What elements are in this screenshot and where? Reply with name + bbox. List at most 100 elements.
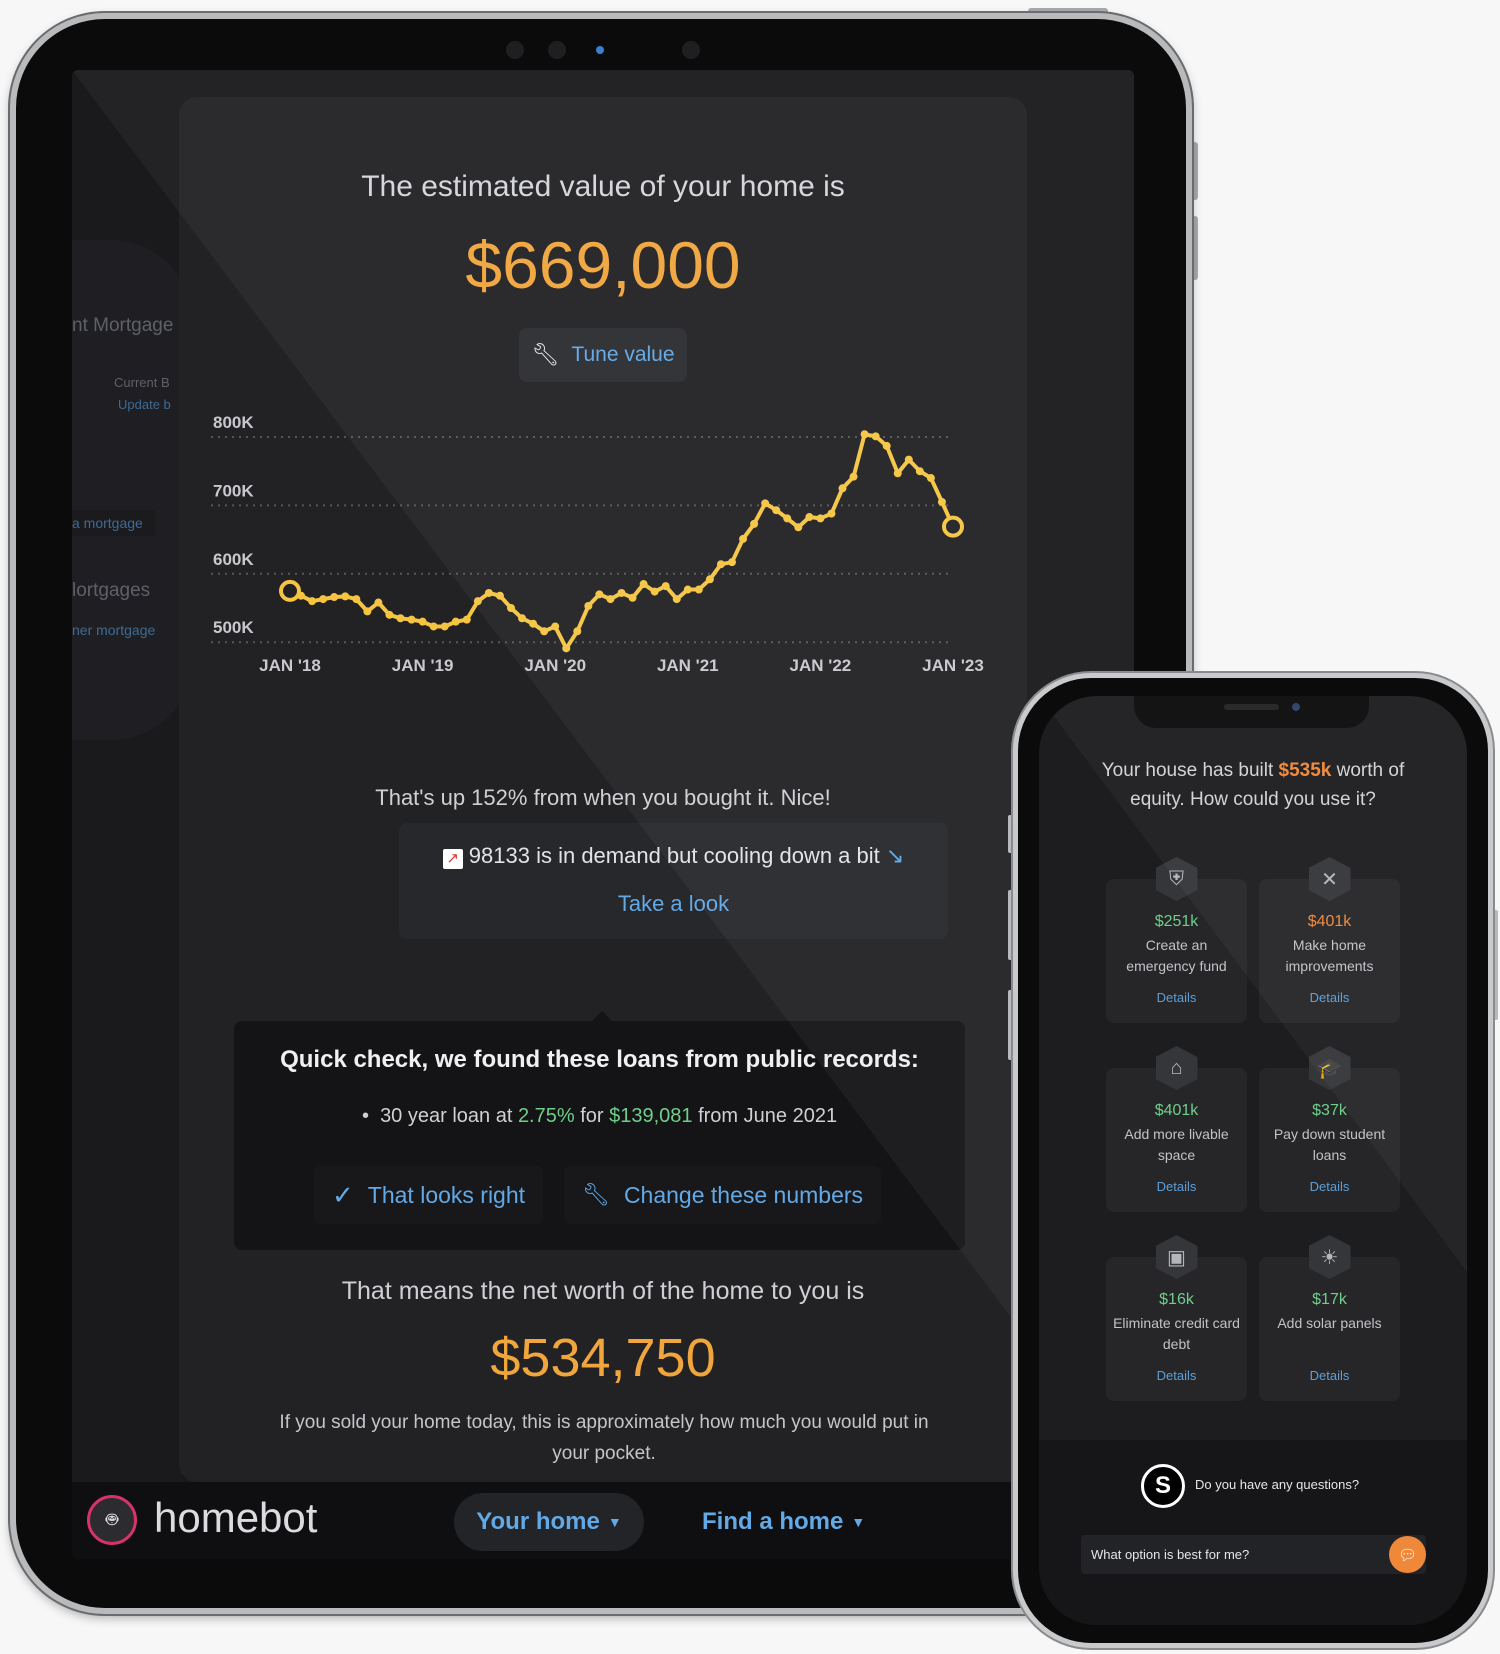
data-point	[816, 514, 825, 523]
option-details-link[interactable]: Details	[1106, 1368, 1247, 1383]
data-point	[650, 587, 659, 596]
home-value-card: The estimated value of your home is $669…	[179, 97, 1027, 1482]
data-point	[507, 604, 515, 612]
ghost-text: lortgages	[72, 580, 151, 601]
sensor-dot	[548, 41, 566, 59]
y-tick-label: 600K	[213, 550, 254, 569]
data-point	[319, 595, 328, 604]
data-point	[683, 585, 692, 594]
data-point	[540, 627, 549, 636]
start-point[interactable]	[279, 579, 301, 602]
homebot-logo-icon[interactable]: 🤖︎	[87, 1495, 137, 1545]
loan-prefix: 30 year loan at	[380, 1105, 518, 1127]
loan-amount: $139,081	[609, 1105, 693, 1127]
data-point	[484, 588, 493, 597]
ghost-text: Current B	[114, 375, 170, 390]
nav-find-home[interactable]: Find a home ▼	[702, 1493, 865, 1551]
phone-power-button	[1493, 910, 1498, 1020]
chat-input[interactable]: What option is best for me?	[1081, 1535, 1426, 1574]
data-point	[529, 619, 538, 628]
data-point	[882, 441, 891, 450]
ghost-link: ner mortgage	[72, 622, 156, 638]
data-point	[838, 484, 847, 493]
ghost-link: a mortgage	[72, 510, 155, 536]
option-label: Add solar panels	[1277, 1315, 1382, 1331]
sensor-dot	[506, 41, 524, 59]
net-worth-value: $534,750	[490, 1328, 716, 1388]
data-point	[562, 644, 571, 653]
loan-suffix: from June 2021	[692, 1105, 838, 1127]
option-details-link[interactable]: Details	[1106, 1179, 1247, 1194]
sold-explanation: If you sold your home today, this is app…	[279, 1412, 929, 1464]
data-point	[805, 513, 814, 522]
data-point	[761, 499, 770, 508]
loans-check-card: Quick check, we found these loans from p…	[234, 1011, 965, 1250]
tablet-camera-array	[506, 41, 726, 61]
data-point	[308, 597, 317, 606]
equity-option-card[interactable]: ☀ $17k Add solar panels Details	[1259, 1235, 1400, 1401]
data-point	[418, 617, 427, 626]
ghost-text: nt Mortgage	[72, 315, 174, 336]
houses-icon: ⌂	[1155, 1046, 1198, 1090]
option-label: Eliminate credit card debt	[1113, 1315, 1240, 1352]
option-label: Add more livable space	[1124, 1126, 1229, 1163]
data-point	[783, 514, 792, 523]
data-point	[297, 591, 306, 600]
loans-heading: Quick check, we found these loans from p…	[280, 1046, 919, 1073]
data-point	[628, 593, 637, 602]
chat-area: S Do you have any questions? What option…	[1039, 1440, 1467, 1625]
option-details-link[interactable]: Details	[1106, 990, 1247, 1005]
data-point	[716, 560, 725, 569]
arrow-down-right-icon: ↘	[885, 843, 905, 868]
bottom-nav: 🤖︎ homebot Your home ▼ Find a home ▼	[72, 1482, 1134, 1559]
phone-device: Your house has built $535k worth of equi…	[1013, 673, 1493, 1648]
data-point	[440, 622, 449, 631]
data-point	[352, 595, 361, 604]
option-amount: $17k	[1312, 1291, 1347, 1308]
change-numbers-button[interactable]: 🔧︎ Change these numbers	[564, 1166, 882, 1224]
data-point	[871, 432, 880, 441]
tablet-volume-up	[1192, 142, 1198, 200]
nav-your-home[interactable]: Your home ▼	[454, 1493, 644, 1551]
option-details-link[interactable]: Details	[1259, 1179, 1400, 1194]
data-point	[374, 598, 383, 607]
data-point	[694, 585, 703, 594]
data-point	[385, 610, 394, 619]
data-point	[595, 590, 604, 599]
x-tick-label: JAN '19	[392, 656, 454, 675]
chat-input-text: What option is best for me?	[1091, 1547, 1250, 1562]
y-tick-label: 700K	[213, 481, 254, 500]
data-point	[473, 597, 482, 606]
data-point	[451, 617, 460, 626]
x-tick-label: JAN '23	[922, 656, 984, 675]
option-amount: $16k	[1159, 1291, 1194, 1308]
x-tick-label: JAN '18	[259, 656, 321, 675]
net-worth-label: That means the net worth of the home to …	[341, 1277, 865, 1305]
nav-find-home-label: Find a home	[702, 1508, 844, 1535]
change-label: Change these numbers	[623, 1181, 864, 1208]
phone-screen: Your house has built $535k worth of equi…	[1039, 696, 1467, 1625]
data-point	[915, 467, 924, 476]
confirm-label: That looks right	[367, 1181, 526, 1208]
data-point	[330, 593, 339, 602]
demand-row: ↗ 98133 is in demand but cooling down a …	[399, 843, 948, 869]
data-point	[794, 523, 803, 532]
confirm-loans-button[interactable]: ✓ That looks right	[314, 1166, 544, 1224]
chat-send-button[interactable]: 💬︎	[1389, 1536, 1426, 1573]
tablet-volume-down	[1192, 216, 1198, 280]
market-demand-box: ↗ 98133 is in demand but cooling down a …	[399, 823, 948, 939]
take-a-look-link[interactable]: Take a look	[399, 891, 948, 917]
x-tick-label: JAN '21	[657, 656, 719, 675]
ghost-link: Update b	[118, 397, 171, 412]
data-point	[937, 497, 946, 506]
y-tick-label: 800K	[213, 413, 254, 432]
option-details-link[interactable]: Details	[1259, 1368, 1400, 1383]
equity-option-card[interactable]: ⌂ $401k Add more livable space Details	[1106, 1046, 1247, 1212]
end-point[interactable]	[942, 515, 964, 538]
sensor-dot	[682, 41, 700, 59]
brand-name[interactable]: homebot	[154, 1494, 317, 1542]
data-point	[705, 575, 714, 584]
data-point	[606, 595, 615, 604]
loan-rate: 2.75%	[517, 1105, 575, 1127]
equity-option-card[interactable]: ▣ $16k Eliminate credit card debt Detail…	[1106, 1235, 1247, 1401]
